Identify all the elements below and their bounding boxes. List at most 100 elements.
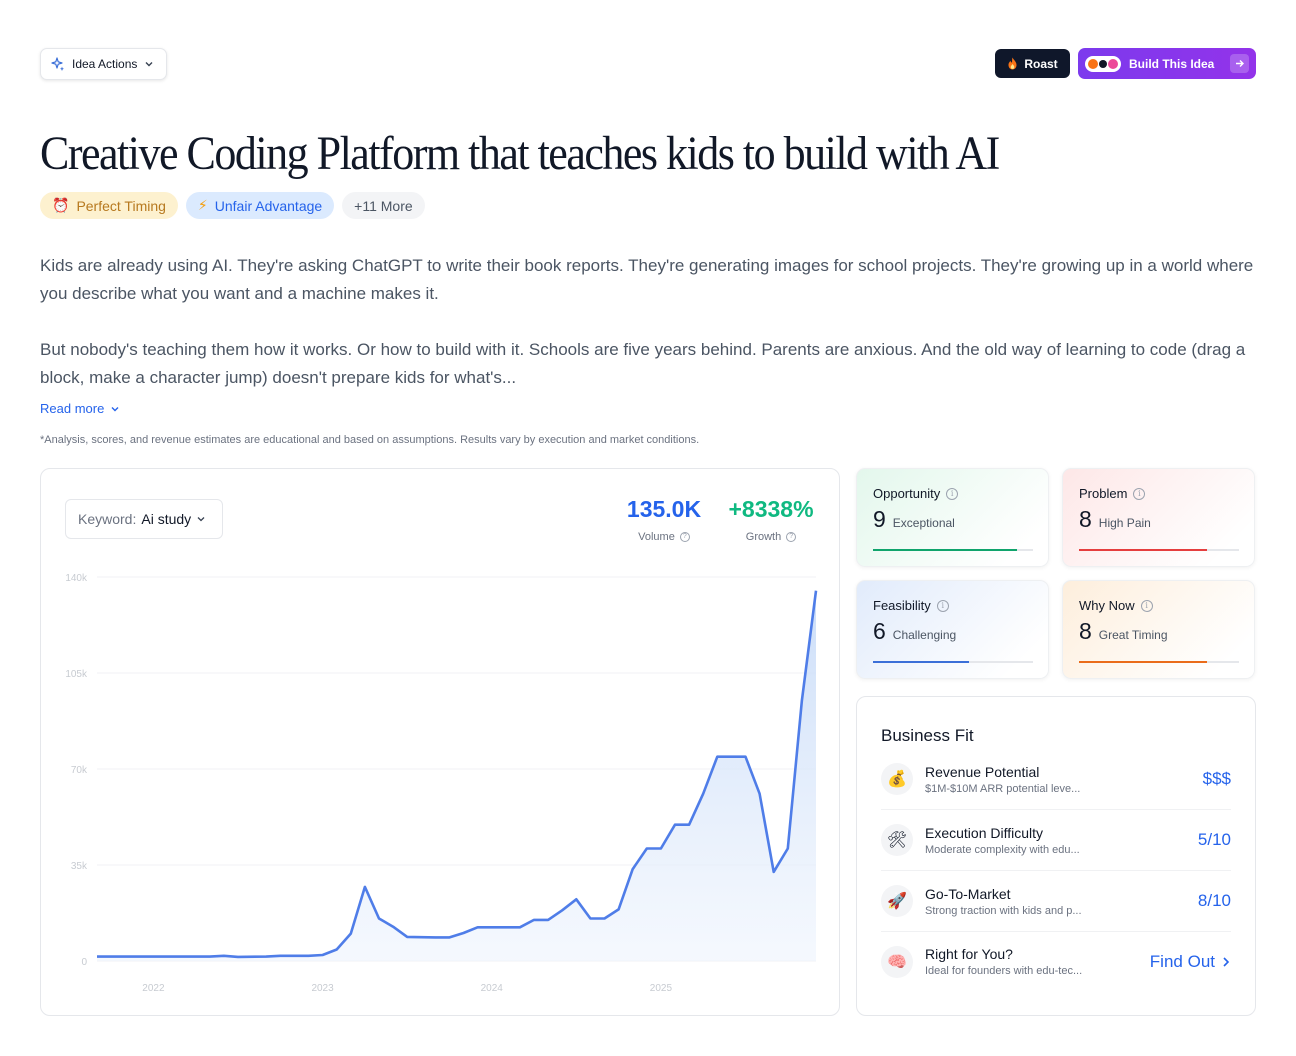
x-tick-label: 2022 bbox=[142, 983, 165, 994]
arrow-right-icon bbox=[1230, 54, 1249, 73]
read-more-link[interactable]: Read more bbox=[40, 401, 120, 416]
row-sub: Strong traction with kids and p... bbox=[925, 904, 1082, 917]
score-card-problem[interactable]: Problem i 8 High Pain bbox=[1062, 468, 1255, 567]
description-paragraph: Kids are already using AI. They're askin… bbox=[40, 256, 1254, 303]
chevron-down-icon bbox=[197, 517, 205, 522]
keyword-label: Keyword: bbox=[78, 511, 137, 527]
score-label: High Pain bbox=[1098, 516, 1151, 530]
y-tick-label: 70k bbox=[71, 765, 88, 776]
score-card-why-now[interactable]: Why Now i 8 Great Timing bbox=[1062, 580, 1255, 679]
growth-stat: +8338% Growth? bbox=[725, 495, 817, 543]
idea-actions-label: Idea Actions bbox=[72, 57, 138, 71]
series-area bbox=[97, 590, 816, 961]
row-value: 5/10 bbox=[1197, 830, 1231, 849]
score-value: 9 bbox=[873, 506, 886, 532]
tag-list: ⏰ Perfect Timing ⚡ Unfair Advantage +11 … bbox=[40, 192, 425, 219]
help-icon[interactable]: ? bbox=[679, 532, 690, 542]
rocket-icon: 🚀 bbox=[881, 885, 913, 917]
info-icon[interactable]: i bbox=[1133, 487, 1146, 500]
keyword-select[interactable]: Keyword: Ai study bbox=[65, 499, 223, 539]
score-value: 8 bbox=[1079, 506, 1092, 532]
business-fit-row-right-for-you[interactable]: 🧠 Right for You? Ideal for founders with… bbox=[881, 931, 1231, 992]
growth-value: +8338% bbox=[728, 496, 814, 522]
description-paragraph: But nobody's teaching them how it works.… bbox=[40, 340, 1246, 387]
flame-icon bbox=[1008, 57, 1017, 70]
business-fit-row-gtm[interactable]: 🚀 Go-To-Market Strong traction with kids… bbox=[881, 871, 1231, 932]
x-tick-label: 2025 bbox=[650, 983, 673, 994]
row-value: 8/10 bbox=[1197, 891, 1231, 910]
sparkle-icon bbox=[51, 57, 64, 71]
x-tick-label: 2024 bbox=[481, 983, 504, 994]
x-tick-label: 2023 bbox=[311, 983, 334, 994]
trend-chart-card: 0 35k 70k 105k 140k 2022 2023 2024 2025 Keyword:… bbox=[40, 468, 840, 1016]
y-tick-label: 140k bbox=[65, 573, 88, 584]
score-card-opportunity[interactable]: Opportunity i 9 Exceptional bbox=[856, 468, 1049, 567]
chevron-right-icon bbox=[1223, 956, 1230, 967]
lightning-icon: ⚡ bbox=[197, 197, 208, 213]
tag-unfair-advantage[interactable]: ⚡ Unfair Advantage bbox=[185, 192, 335, 219]
y-tick-label: 105k bbox=[65, 669, 88, 680]
row-sub: Moderate complexity with edu... bbox=[925, 843, 1080, 856]
score-title: Problem bbox=[1079, 486, 1128, 501]
score-bar bbox=[1079, 549, 1239, 551]
score-title: Feasibility bbox=[873, 598, 931, 613]
score-title: Why Now bbox=[1079, 598, 1135, 613]
score-label: Great Timing bbox=[1098, 628, 1168, 642]
idea-actions-button[interactable]: Idea Actions bbox=[40, 48, 168, 80]
score-title: Opportunity bbox=[873, 486, 941, 501]
business-fit-row-execution[interactable]: 🛠 Execution Difficulty Moderate complexi… bbox=[881, 810, 1231, 871]
chevron-down-icon bbox=[145, 62, 153, 67]
score-bar bbox=[873, 661, 1033, 663]
trend-chart: 0 35k 70k 105k 140k 2022 2023 2024 2025 bbox=[65, 573, 818, 994]
score-bar bbox=[1079, 661, 1239, 663]
info-icon[interactable]: i bbox=[946, 487, 959, 500]
brain-icon: 🧠 bbox=[881, 945, 913, 978]
row-sub: $1M-$10M ARR potential leve... bbox=[925, 782, 1081, 795]
page-title: Creative Coding Platform that teaches ki… bbox=[40, 127, 1000, 180]
build-this-idea-button[interactable]: Build This Idea bbox=[1078, 48, 1256, 79]
hammer-wrench-icon: 🛠 bbox=[881, 824, 913, 856]
row-name: Revenue Potential bbox=[925, 763, 1040, 780]
disclaimer: *Analysis, scores, and revenue estimates… bbox=[40, 434, 700, 446]
score-bar-fill bbox=[1079, 661, 1207, 663]
y-tick-label: 0 bbox=[81, 957, 87, 968]
tag-label: +11 More bbox=[354, 197, 413, 214]
chevron-down-icon bbox=[111, 406, 119, 411]
row-name: Right for You? bbox=[925, 946, 1013, 962]
score-bar-fill bbox=[873, 661, 969, 663]
tag-more[interactable]: +11 More bbox=[342, 192, 425, 219]
info-icon[interactable]: i bbox=[936, 599, 949, 612]
tag-label: Unfair Advantage bbox=[214, 197, 323, 214]
volume-label: Volume bbox=[638, 531, 675, 543]
score-value: 6 bbox=[873, 618, 886, 644]
score-card-feasibility[interactable]: Feasibility i 6 Challenging bbox=[856, 580, 1049, 679]
score-label: Exceptional bbox=[892, 516, 955, 530]
business-fit-row-revenue[interactable]: 💰 Revenue Potential $1M-$10M ARR potenti… bbox=[881, 749, 1231, 810]
read-more-label: Read more bbox=[40, 401, 105, 416]
score-bar-fill bbox=[1079, 549, 1207, 551]
business-fit-card: Business Fit 💰 Revenue Potential $1M-$10… bbox=[856, 696, 1256, 1016]
find-out-label: Find Out bbox=[1149, 951, 1215, 971]
tag-perfect-timing[interactable]: ⏰ Perfect Timing bbox=[40, 192, 178, 219]
build-label: Build This Idea bbox=[1129, 56, 1215, 71]
alarm-clock-icon: ⏰ bbox=[52, 197, 70, 213]
roast-button[interactable]: Roast bbox=[995, 49, 1070, 78]
roast-label: Roast bbox=[1024, 56, 1058, 71]
volume-stat: 135.0K Volume? bbox=[626, 495, 702, 543]
score-label: Challenging bbox=[892, 628, 957, 642]
row-name: Go-To-Market bbox=[925, 885, 1011, 902]
business-fit-title: Business Fit bbox=[881, 726, 974, 745]
tag-label: Perfect Timing bbox=[76, 197, 166, 214]
info-icon[interactable]: i bbox=[1140, 599, 1153, 612]
find-out-link[interactable]: Find Out bbox=[1150, 952, 1231, 972]
help-icon[interactable]: ? bbox=[786, 532, 797, 542]
y-tick-label: 35k bbox=[71, 861, 88, 872]
builder-logos-icon bbox=[1085, 55, 1121, 72]
money-bag-icon: 💰 bbox=[881, 763, 913, 795]
row-value: $$$ bbox=[1202, 769, 1231, 788]
score-bar-fill bbox=[873, 549, 1017, 551]
idea-description: Kids are already using AI. They're askin… bbox=[40, 252, 1256, 392]
growth-label: Growth bbox=[745, 531, 782, 543]
row-sub: Ideal for founders with edu-tec... bbox=[925, 965, 1083, 977]
score-bar bbox=[873, 549, 1033, 551]
